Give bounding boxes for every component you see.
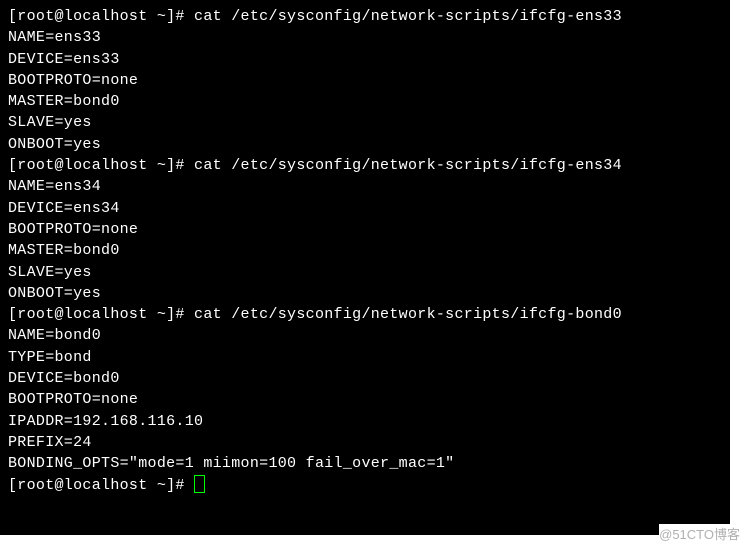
output-line: NAME=ens34 — [8, 176, 722, 197]
command-line: [root@localhost ~]# cat /etc/sysconfig/n… — [8, 6, 722, 27]
output-line: MASTER=bond0 — [8, 91, 722, 112]
command-text: cat /etc/sysconfig/network-scripts/ifcfg… — [194, 306, 622, 323]
watermark-text: @51CTO博客 — [659, 524, 740, 543]
shell-prompt: [root@localhost ~]# — [8, 477, 194, 494]
output-line: SLAVE=yes — [8, 262, 722, 283]
output-line: DEVICE=ens34 — [8, 198, 722, 219]
output-line: NAME=ens33 — [8, 27, 722, 48]
shell-prompt: [root@localhost ~]# — [8, 157, 194, 174]
shell-prompt: [root@localhost ~]# — [8, 8, 194, 25]
output-line: PREFIX=24 — [8, 432, 722, 453]
command-text: cat /etc/sysconfig/network-scripts/ifcfg… — [194, 8, 622, 25]
terminal-window[interactable]: [root@localhost ~]# cat /etc/sysconfig/n… — [0, 0, 730, 535]
output-line: ONBOOT=yes — [8, 283, 722, 304]
output-line: BONDING_OPTS="mode=1 miimon=100 fail_ove… — [8, 453, 722, 474]
command-line: [root@localhost ~]# cat /etc/sysconfig/n… — [8, 304, 722, 325]
output-line: SLAVE=yes — [8, 112, 722, 133]
output-line: MASTER=bond0 — [8, 240, 722, 261]
shell-prompt: [root@localhost ~]# — [8, 306, 194, 323]
output-line: BOOTPROTO=none — [8, 219, 722, 240]
cursor-icon — [194, 475, 205, 493]
output-line: IPADDR=192.168.116.10 — [8, 411, 722, 432]
output-line: DEVICE=bond0 — [8, 368, 722, 389]
output-line: NAME=bond0 — [8, 325, 722, 346]
active-prompt-line[interactable]: [root@localhost ~]# — [8, 475, 722, 496]
command-text: cat /etc/sysconfig/network-scripts/ifcfg… — [194, 157, 622, 174]
output-line: BOOTPROTO=none — [8, 70, 722, 91]
output-line: DEVICE=ens33 — [8, 49, 722, 70]
output-line: BOOTPROTO=none — [8, 389, 722, 410]
command-line: [root@localhost ~]# cat /etc/sysconfig/n… — [8, 155, 722, 176]
output-line: TYPE=bond — [8, 347, 722, 368]
output-line: ONBOOT=yes — [8, 134, 722, 155]
